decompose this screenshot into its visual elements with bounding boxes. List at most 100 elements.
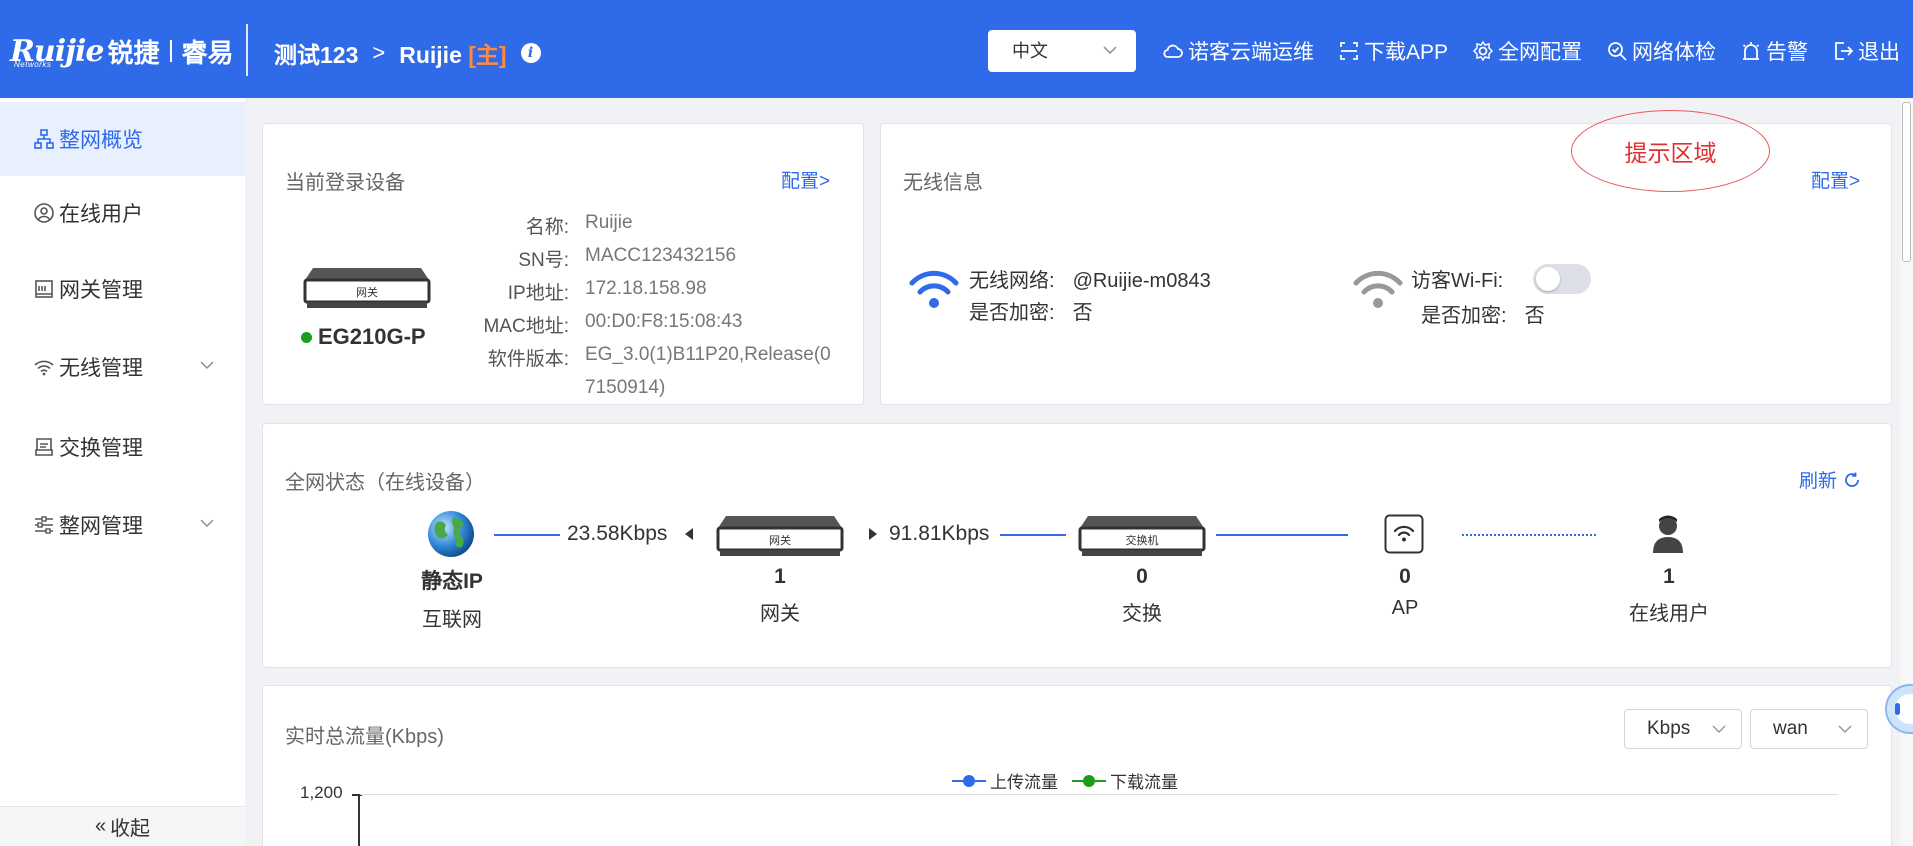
- globe-icon: [428, 511, 474, 557]
- sidebar-item-wireless[interactable]: 无线管理: [0, 330, 245, 404]
- refresh-icon: [1845, 472, 1859, 487]
- header-nav: 诺客云端运维 下载APP 全网配置 网络体检 告警 退出: [1162, 36, 1900, 66]
- assistant-robot-icon[interactable]: [1882, 684, 1913, 734]
- chevron-right-icon: >: [372, 40, 386, 65]
- logo-tagline: Networks: [14, 60, 52, 69]
- ssid-label: 无线网络:: [969, 270, 1055, 292]
- topo-switch[interactable]: 0 交换: [1062, 565, 1222, 626]
- wireless-config-link[interactable]: 配置>: [1811, 166, 1860, 193]
- legend-download[interactable]: 下载流量: [1072, 768, 1178, 793]
- nav-label: 网络体检: [1632, 41, 1717, 64]
- link-line: [494, 534, 560, 536]
- sidebar-item-label: 整网概览: [59, 129, 143, 152]
- ap-icon: [1384, 514, 1424, 554]
- unit-select-value: Kbps: [1647, 718, 1691, 739]
- device-name: Ruijie [主]: [399, 36, 506, 70]
- nav-network-check[interactable]: 网络体检: [1606, 36, 1716, 66]
- device-name-text: Ruijie: [399, 42, 462, 68]
- topology-icon: [34, 129, 54, 149]
- guest-wifi-toggle[interactable]: [1533, 264, 1591, 294]
- chevron-down-icon: [1103, 46, 1117, 55]
- inspect-icon: [1608, 42, 1627, 61]
- field-value: Ruijie: [585, 212, 633, 233]
- field-label: MAC地址:: [483, 316, 569, 337]
- sidebar-item-label: 网关管理: [59, 279, 143, 302]
- link-line: [1000, 534, 1066, 536]
- current-device-card: 当前登录设备 配置> 网关 EG210G-P 名称: Ruijie SN号: M…: [262, 123, 864, 405]
- upload-legend-marker: [952, 774, 986, 787]
- toggle-knob: [1536, 267, 1560, 291]
- info-icon[interactable]: i: [520, 43, 541, 63]
- config-icon: [1472, 40, 1494, 62]
- download-legend-marker: [1072, 774, 1106, 787]
- ap-label: AP: [1391, 597, 1419, 619]
- logo-subbrand: 睿易: [181, 37, 234, 68]
- language-value: 中文: [1012, 41, 1048, 61]
- chevron-down-icon: [1838, 725, 1852, 734]
- y-tick-label: 1,200: [300, 783, 343, 802]
- sidebar-item-network-mgmt[interactable]: 整网管理: [0, 488, 245, 562]
- sidebar-item-overview[interactable]: 整网概览: [0, 102, 245, 176]
- topo-gateway[interactable]: 1 网关: [700, 565, 860, 626]
- sidebar-item-online-users[interactable]: 在线用户: [0, 176, 245, 250]
- collapse-sidebar-button[interactable]: « 收起: [0, 806, 245, 846]
- users-label: 在线用户: [1629, 603, 1709, 625]
- sidebar-item-gateway[interactable]: 网关管理: [0, 252, 245, 326]
- nav-label: 全网配置: [1498, 41, 1583, 64]
- interface-select[interactable]: wan: [1750, 709, 1868, 749]
- nav-download-app[interactable]: 下载APP: [1338, 36, 1448, 66]
- collapse-label: 收起: [110, 818, 151, 840]
- nav-alarm[interactable]: 告警: [1740, 36, 1808, 66]
- interface-select-value: wan: [1773, 718, 1808, 739]
- alarm-icon: [1742, 42, 1760, 60]
- hint-area: 提示区域: [1571, 110, 1770, 192]
- internet-label: 互联网: [422, 609, 482, 631]
- refresh-label: 刷新: [1799, 471, 1838, 492]
- wireless-link-line: [1462, 534, 1596, 536]
- card-title: 当前登录设备: [285, 172, 405, 194]
- field-value: EG_3.0(1)B11P20,Release(0: [585, 344, 831, 365]
- refresh-button[interactable]: 刷新: [1799, 466, 1861, 493]
- switch-icon: [35, 438, 53, 456]
- sidebar-item-switch[interactable]: 交换管理: [0, 410, 245, 484]
- field-value: 172.18.158.98: [585, 278, 707, 299]
- field-label: 名称:: [525, 217, 569, 238]
- switch-label: 交换: [1122, 603, 1162, 625]
- field-value: 00:D0:F8:15:08:43: [585, 311, 743, 332]
- master-tag: [主]: [468, 42, 507, 68]
- settings-icon: [35, 516, 53, 534]
- topo-users[interactable]: 1 在线用户: [1589, 565, 1749, 626]
- nav-global-config[interactable]: 全网配置: [1472, 36, 1582, 66]
- chevron-down-icon: [200, 519, 214, 527]
- nav-cloud-ops[interactable]: 诺客云端运维: [1162, 36, 1314, 66]
- guest-encrypt-row: 是否加密: 否: [1421, 299, 1545, 328]
- top-header: Ruijie 锐捷 睿易 Networks 测试123 > Ruijie [主]…: [0, 0, 1913, 98]
- ssid-value: @Ruijie-m0843: [1072, 270, 1211, 292]
- chart-legend: 上传流量 下载流量: [952, 768, 1178, 793]
- logout-icon: [1835, 42, 1854, 60]
- download-rate: 91.81Kbps: [889, 522, 990, 545]
- topo-ap[interactable]: 0 AP: [1325, 565, 1485, 620]
- encrypt-value: 否: [1072, 302, 1093, 324]
- device-config-link[interactable]: 配置>: [781, 166, 830, 193]
- switch-badge-text: 交换机: [1125, 535, 1159, 547]
- chevron-down-icon: [200, 361, 214, 369]
- wifi-icon: [909, 270, 959, 308]
- legend-upload[interactable]: 上传流量: [952, 768, 1058, 793]
- field-label: SN号:: [518, 250, 569, 271]
- topo-internet[interactable]: 静态IP 互联网: [372, 565, 532, 632]
- online-status-dot: [301, 331, 312, 343]
- sidebar-item-label: 交换管理: [59, 437, 143, 460]
- switch-count: 0: [1136, 565, 1148, 588]
- guest-wifi-label: 访客Wi-Fi:: [1411, 270, 1504, 292]
- field-value-cont: 7150914): [585, 377, 666, 398]
- sidebar-item-label: 整网管理: [59, 515, 143, 538]
- nav-logout[interactable]: 退出: [1832, 36, 1900, 66]
- unit-select[interactable]: Kbps: [1624, 709, 1742, 749]
- scrollbar-thumb[interactable]: [1902, 102, 1911, 262]
- guest-encrypt-label: 是否加密:: [1421, 305, 1507, 327]
- language-select[interactable]: 中文: [988, 30, 1136, 72]
- device-model-text: EG210G-P: [318, 324, 426, 349]
- device-badge-text: 网关: [356, 287, 378, 299]
- project-name[interactable]: 测试123: [274, 36, 358, 70]
